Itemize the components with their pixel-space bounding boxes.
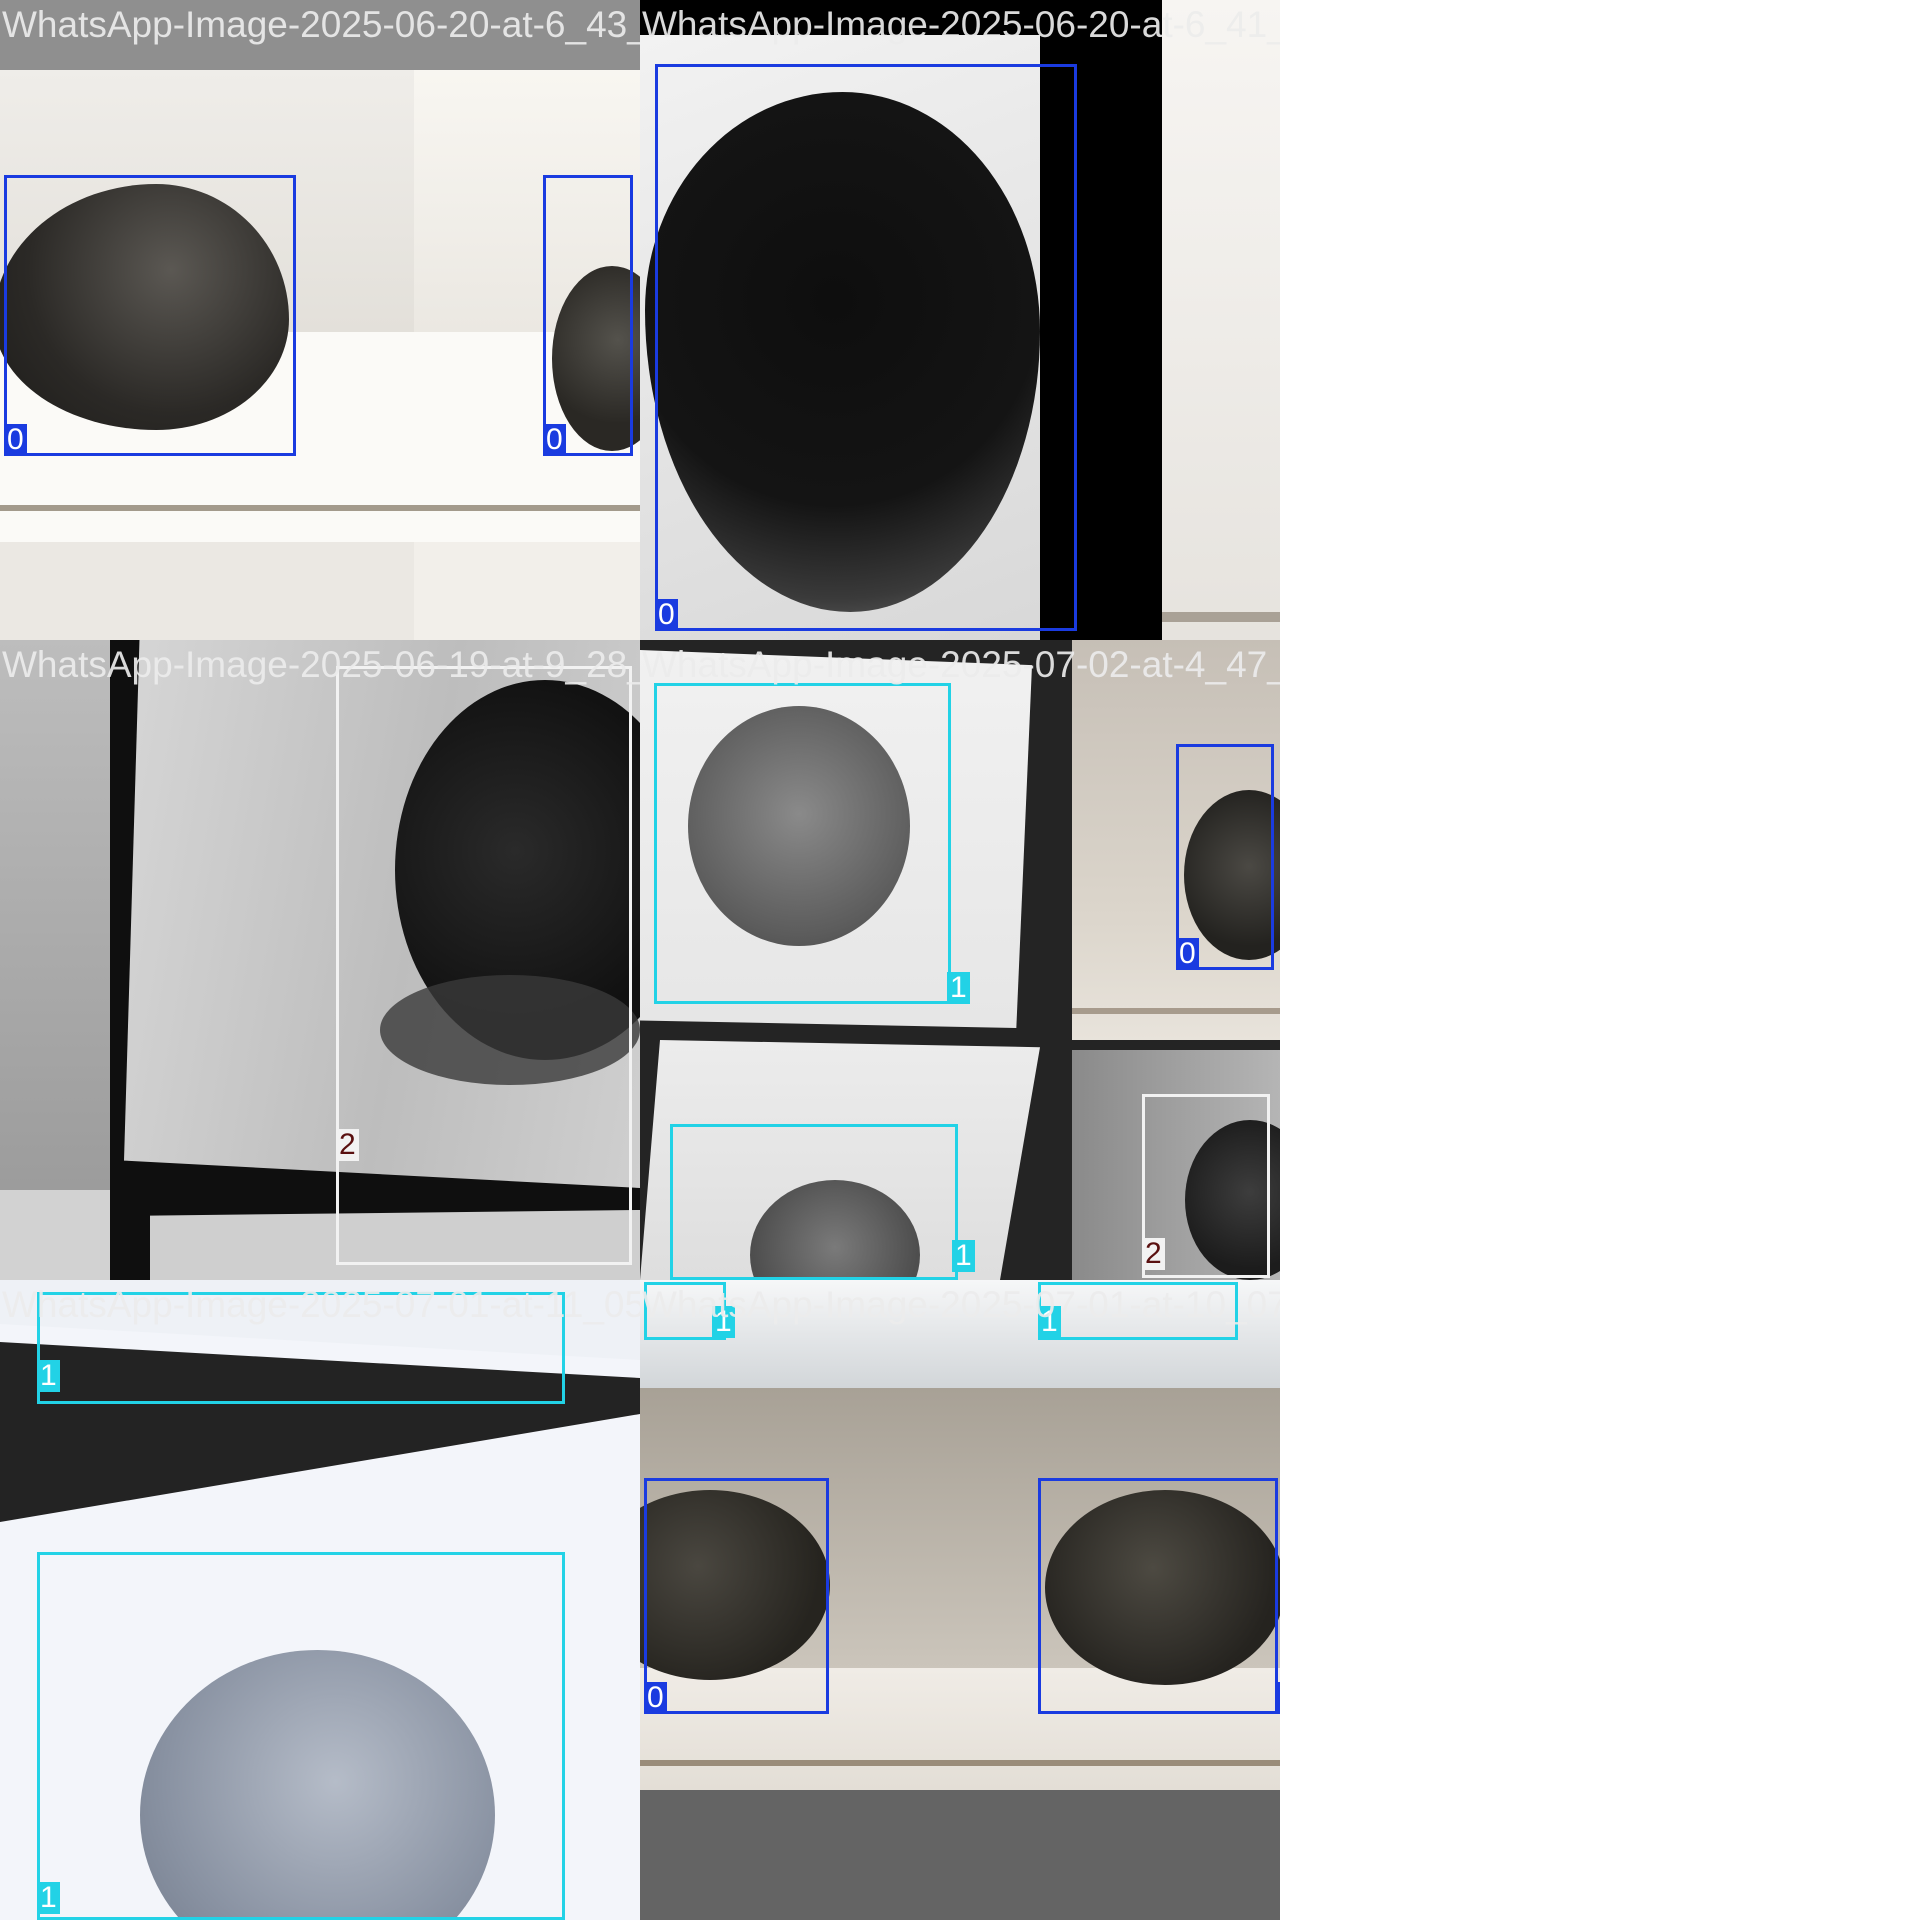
bounding-box: [37, 1292, 565, 1404]
table-edge-line: [640, 1760, 1280, 1766]
class-label: 0: [543, 424, 566, 456]
bounding-box: [654, 683, 951, 1004]
class-label: 0: [4, 424, 27, 456]
class-label: 1: [947, 972, 970, 1004]
bounding-box: [670, 1124, 958, 1280]
bounding-box: [37, 1552, 565, 1920]
bounding-box: [655, 64, 1077, 631]
paper-panel: [414, 542, 640, 640]
bounding-box: [336, 666, 632, 1265]
table-edge-line: [1072, 1008, 1280, 1014]
class-label: 2: [336, 1129, 359, 1161]
gray-header-band: [0, 0, 640, 70]
class-label: 1: [37, 1360, 60, 1392]
mosaic-tile-4: 1 0 1 2 WhatsApp-Image-2025-07-02-at-4_4…: [640, 640, 1280, 1280]
class-label: 2: [1142, 1238, 1165, 1270]
class-label: 1: [1038, 1306, 1061, 1338]
mosaic-tile-2: 0 WhatsApp-Image-2025-06-20-at-6_41_42-P…: [640, 0, 1280, 640]
mosaic-tile-5: 1 1 WhatsApp-Image-2025-07-01-at-11_05_0…: [0, 1280, 640, 1920]
class-label: 0: [1278, 1682, 1280, 1714]
class-label: 1: [37, 1882, 60, 1914]
table-edge-line: [0, 505, 640, 511]
class-label: 0: [644, 1682, 667, 1714]
class-label: 0: [655, 599, 678, 631]
paper-panel: [0, 542, 414, 640]
bounding-box: [1038, 1478, 1278, 1714]
bounding-box: [4, 175, 296, 456]
table-edge-line: [1162, 612, 1280, 622]
bounding-box: [543, 175, 633, 456]
photo-panel: [0, 1190, 110, 1280]
photo-panel: [1162, 0, 1280, 640]
mosaic-tile-3: 2 WhatsApp-Image-2025-06-19-at-9_28_12-P…: [0, 640, 640, 1280]
class-label: 1: [712, 1306, 735, 1338]
image-mosaic: 0 0 WhatsApp-Image-2025-06-20-at-6_43_34…: [0, 0, 1920, 1920]
bounding-box: [644, 1478, 829, 1714]
mosaic-tile-1: 0 0 WhatsApp-Image-2025-06-20-at-6_43_34…: [0, 0, 640, 640]
class-label: 1: [952, 1240, 975, 1272]
class-label: 0: [1176, 938, 1199, 970]
mosaic-tile-6: 1 1 0 0 WhatsApp-Image-2025-07-01-at-10_…: [640, 1280, 1280, 1920]
bounding-box: [1038, 1282, 1238, 1340]
photo-panel: [0, 640, 110, 1190]
